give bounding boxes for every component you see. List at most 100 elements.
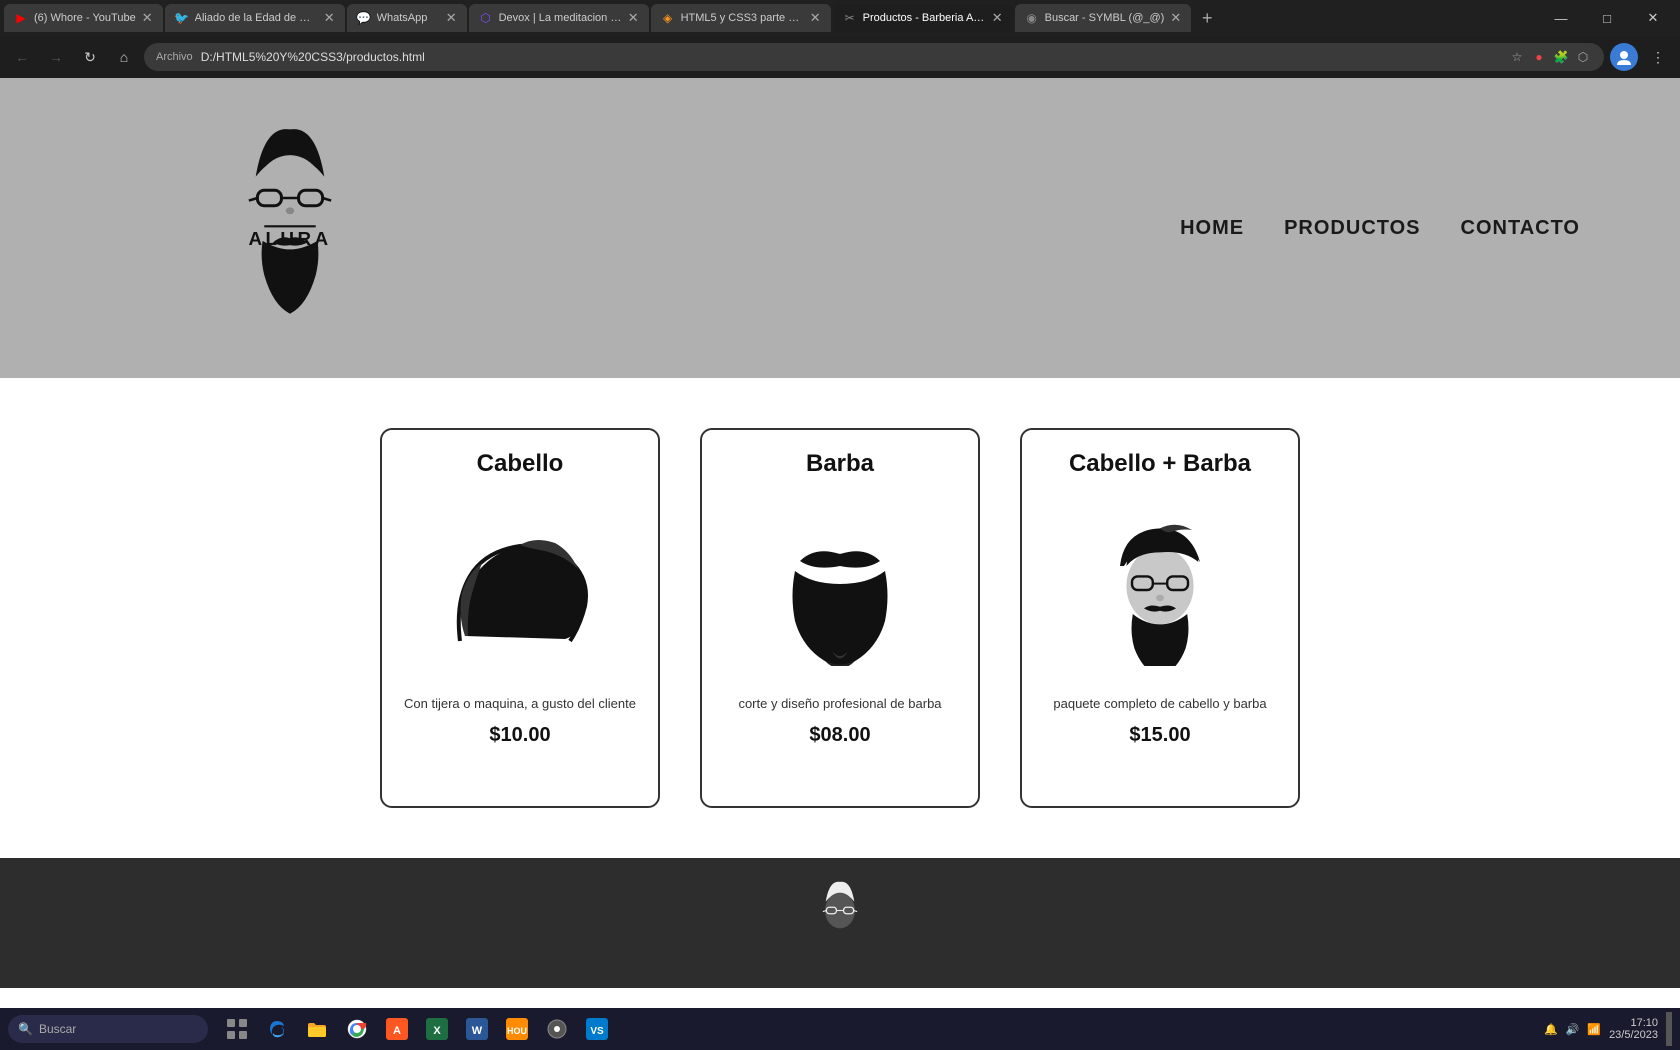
whatsapp-tab-close[interactable]: ✕ [446, 10, 457, 26]
menu-button[interactable]: ⋮ [1644, 43, 1672, 71]
back-button[interactable]: ← [8, 43, 36, 71]
windows-taskbar: 🔍 Buscar [0, 1008, 1680, 1050]
product-title-barba: Barba [806, 450, 874, 478]
devox-favicon: ⬡ [479, 11, 493, 25]
youtube-tab-title: (6) Whore - YouTube [34, 12, 136, 24]
nav-productos[interactable]: PRODUCTOS [1284, 217, 1420, 240]
home-button[interactable]: ⌂ [110, 43, 138, 71]
taskbar-clock[interactable]: 17:10 23/5/2023 [1609, 1017, 1658, 1041]
edge-icon[interactable] [260, 1012, 294, 1046]
productos-tab-title: Productos - Barberia Alur... [863, 12, 986, 24]
taskbar-show-desktop[interactable] [1666, 1012, 1672, 1046]
taskbar-search-label: Buscar [39, 1022, 76, 1036]
taskbar-volume: 🔊 [1566, 1023, 1580, 1036]
tab-twitter[interactable]: 🐦 Aliado de la Edad de Hier... ✕ [165, 4, 345, 32]
browser-taskbar-icon[interactable] [540, 1012, 574, 1046]
product-desc-cabello: Con tijera o maquina, a gusto del client… [404, 694, 636, 714]
html5-tab-close[interactable]: ✕ [810, 10, 821, 26]
product-price-barba: $08.00 [809, 724, 870, 747]
browser-window: ▶ (6) Whore - YouTube ✕ 🐦 Aliado de la E… [0, 0, 1680, 78]
logo-area: ALURA ESTO 2020 [200, 108, 380, 348]
taskbar-search[interactable]: 🔍 Buscar [8, 1015, 208, 1043]
footer-logo [790, 873, 890, 973]
folder-icon[interactable] [300, 1012, 334, 1046]
buscar-tab-close[interactable]: ✕ [1170, 10, 1181, 26]
profile-button[interactable] [1610, 43, 1638, 71]
product-image-both [1070, 496, 1250, 676]
nav-contacto[interactable]: CONTACTO [1461, 217, 1580, 240]
address-bar[interactable]: Archivo D:/HTML5%20Y%20CSS3/productos.ht… [144, 43, 1604, 71]
tab-devox[interactable]: ⬡ Devox | La meditacion es... ✕ [469, 4, 649, 32]
taskbar-wifi: 📶 [1587, 1023, 1601, 1036]
product-price-cabello: $10.00 [489, 724, 550, 747]
product-image-barba [750, 496, 930, 676]
youtube-favicon: ▶ [14, 11, 28, 25]
task-manager-icon[interactable] [220, 1012, 254, 1046]
excel-icon[interactable]: X [420, 1012, 454, 1046]
tab-bar: ▶ (6) Whore - YouTube ✕ 🐦 Aliado de la E… [0, 0, 1680, 36]
product-desc-both: paquete completo de cabello y barba [1053, 694, 1266, 714]
search-icon: 🔍 [18, 1022, 33, 1036]
houdini-icon[interactable]: HOU [500, 1012, 534, 1046]
svg-text:W: W [472, 1025, 483, 1037]
bookmark-icon[interactable]: ☆ [1508, 48, 1526, 66]
address-prefix: Archivo [156, 51, 193, 63]
twitter-tab-title: Aliado de la Edad de Hier... [195, 12, 318, 24]
taskbar-time: 17:10 [1609, 1017, 1658, 1029]
hair-icon [440, 506, 600, 666]
site-footer [0, 858, 1680, 988]
products-section: Cabello Con tijera o maquina, a gusto de… [0, 378, 1680, 858]
twitter-favicon: 🐦 [175, 11, 189, 25]
address-bar-row: ← → ↻ ⌂ Archivo D:/HTML5%20Y%20CSS3/prod… [0, 36, 1680, 78]
tab-buscar[interactable]: ◉ Buscar - SYMBL (@_@) ✕ [1015, 4, 1192, 32]
product-title-cabello: Cabello [477, 450, 564, 478]
extension-icon[interactable]: ● [1530, 48, 1548, 66]
window-controls: — □ ✕ [1538, 0, 1676, 36]
svg-text:A: A [393, 1025, 401, 1037]
reload-button[interactable]: ↻ [76, 43, 104, 71]
maximize-button[interactable]: □ [1584, 0, 1630, 36]
product-title-both: Cabello + Barba [1069, 450, 1251, 478]
html5-tab-title: HTML5 y CSS3 parte 2: P... [681, 12, 804, 24]
nav-menu: HOME PRODUCTOS CONTACTO [1180, 217, 1580, 240]
taskbar-date: 23/5/2023 [1609, 1029, 1658, 1041]
new-tab-button[interactable]: + [1193, 4, 1221, 32]
taskbar-right: 🔔 🔊 📶 17:10 23/5/2023 [1544, 1012, 1672, 1046]
address-text: D:/HTML5%20Y%20CSS3/productos.html [201, 50, 1500, 64]
whatsapp-tab-title: WhatsApp [377, 12, 440, 24]
word-icon[interactable]: W [460, 1012, 494, 1046]
chrome-icon[interactable] [340, 1012, 374, 1046]
logo-svg: ALURA ESTO 2020 [200, 108, 380, 348]
close-button[interactable]: ✕ [1630, 0, 1676, 36]
nav-home[interactable]: HOME [1180, 217, 1244, 240]
svg-text:VS: VS [590, 1026, 604, 1037]
taskbar-icons: A X W HOU [220, 1012, 614, 1046]
taskbar-notification: 🔔 [1544, 1023, 1558, 1036]
forward-button[interactable]: → [42, 43, 70, 71]
alura-taskbar-icon[interactable]: A [380, 1012, 414, 1046]
site-header: ALURA ESTO 2020 HOME PRODUCTOS CONTACTO [0, 78, 1680, 378]
minimize-button[interactable]: — [1538, 0, 1584, 36]
cast-icon[interactable]: ⬡ [1574, 48, 1592, 66]
tab-html5[interactable]: ◈ HTML5 y CSS3 parte 2: P... ✕ [651, 4, 831, 32]
extensions-icon[interactable]: 🧩 [1552, 48, 1570, 66]
vscode-icon[interactable]: VS [580, 1012, 614, 1046]
buscar-favicon: ◉ [1025, 11, 1039, 25]
tab-youtube[interactable]: ▶ (6) Whore - YouTube ✕ [4, 4, 163, 32]
devox-tab-close[interactable]: ✕ [628, 10, 639, 26]
youtube-tab-close[interactable]: ✕ [142, 10, 153, 26]
twitter-tab-close[interactable]: ✕ [324, 10, 335, 26]
whatsapp-favicon: 💬 [357, 11, 371, 25]
product-price-both: $15.00 [1129, 724, 1190, 747]
hair-beard-icon [1080, 506, 1240, 666]
product-image-cabello [430, 496, 610, 676]
svg-text:X: X [433, 1025, 441, 1037]
devox-tab-title: Devox | La meditacion es... [499, 12, 622, 24]
product-card-cabello: Cabello Con tijera o maquina, a gusto de… [380, 428, 660, 808]
productos-tab-close[interactable]: ✕ [992, 10, 1003, 26]
html5-favicon: ◈ [661, 11, 675, 25]
svg-text:HOU: HOU [507, 1026, 527, 1036]
tab-whatsapp[interactable]: 💬 WhatsApp ✕ [347, 4, 467, 32]
tab-productos[interactable]: ✂ Productos - Barberia Alur... ✕ [833, 4, 1013, 32]
beard-icon [760, 506, 920, 666]
